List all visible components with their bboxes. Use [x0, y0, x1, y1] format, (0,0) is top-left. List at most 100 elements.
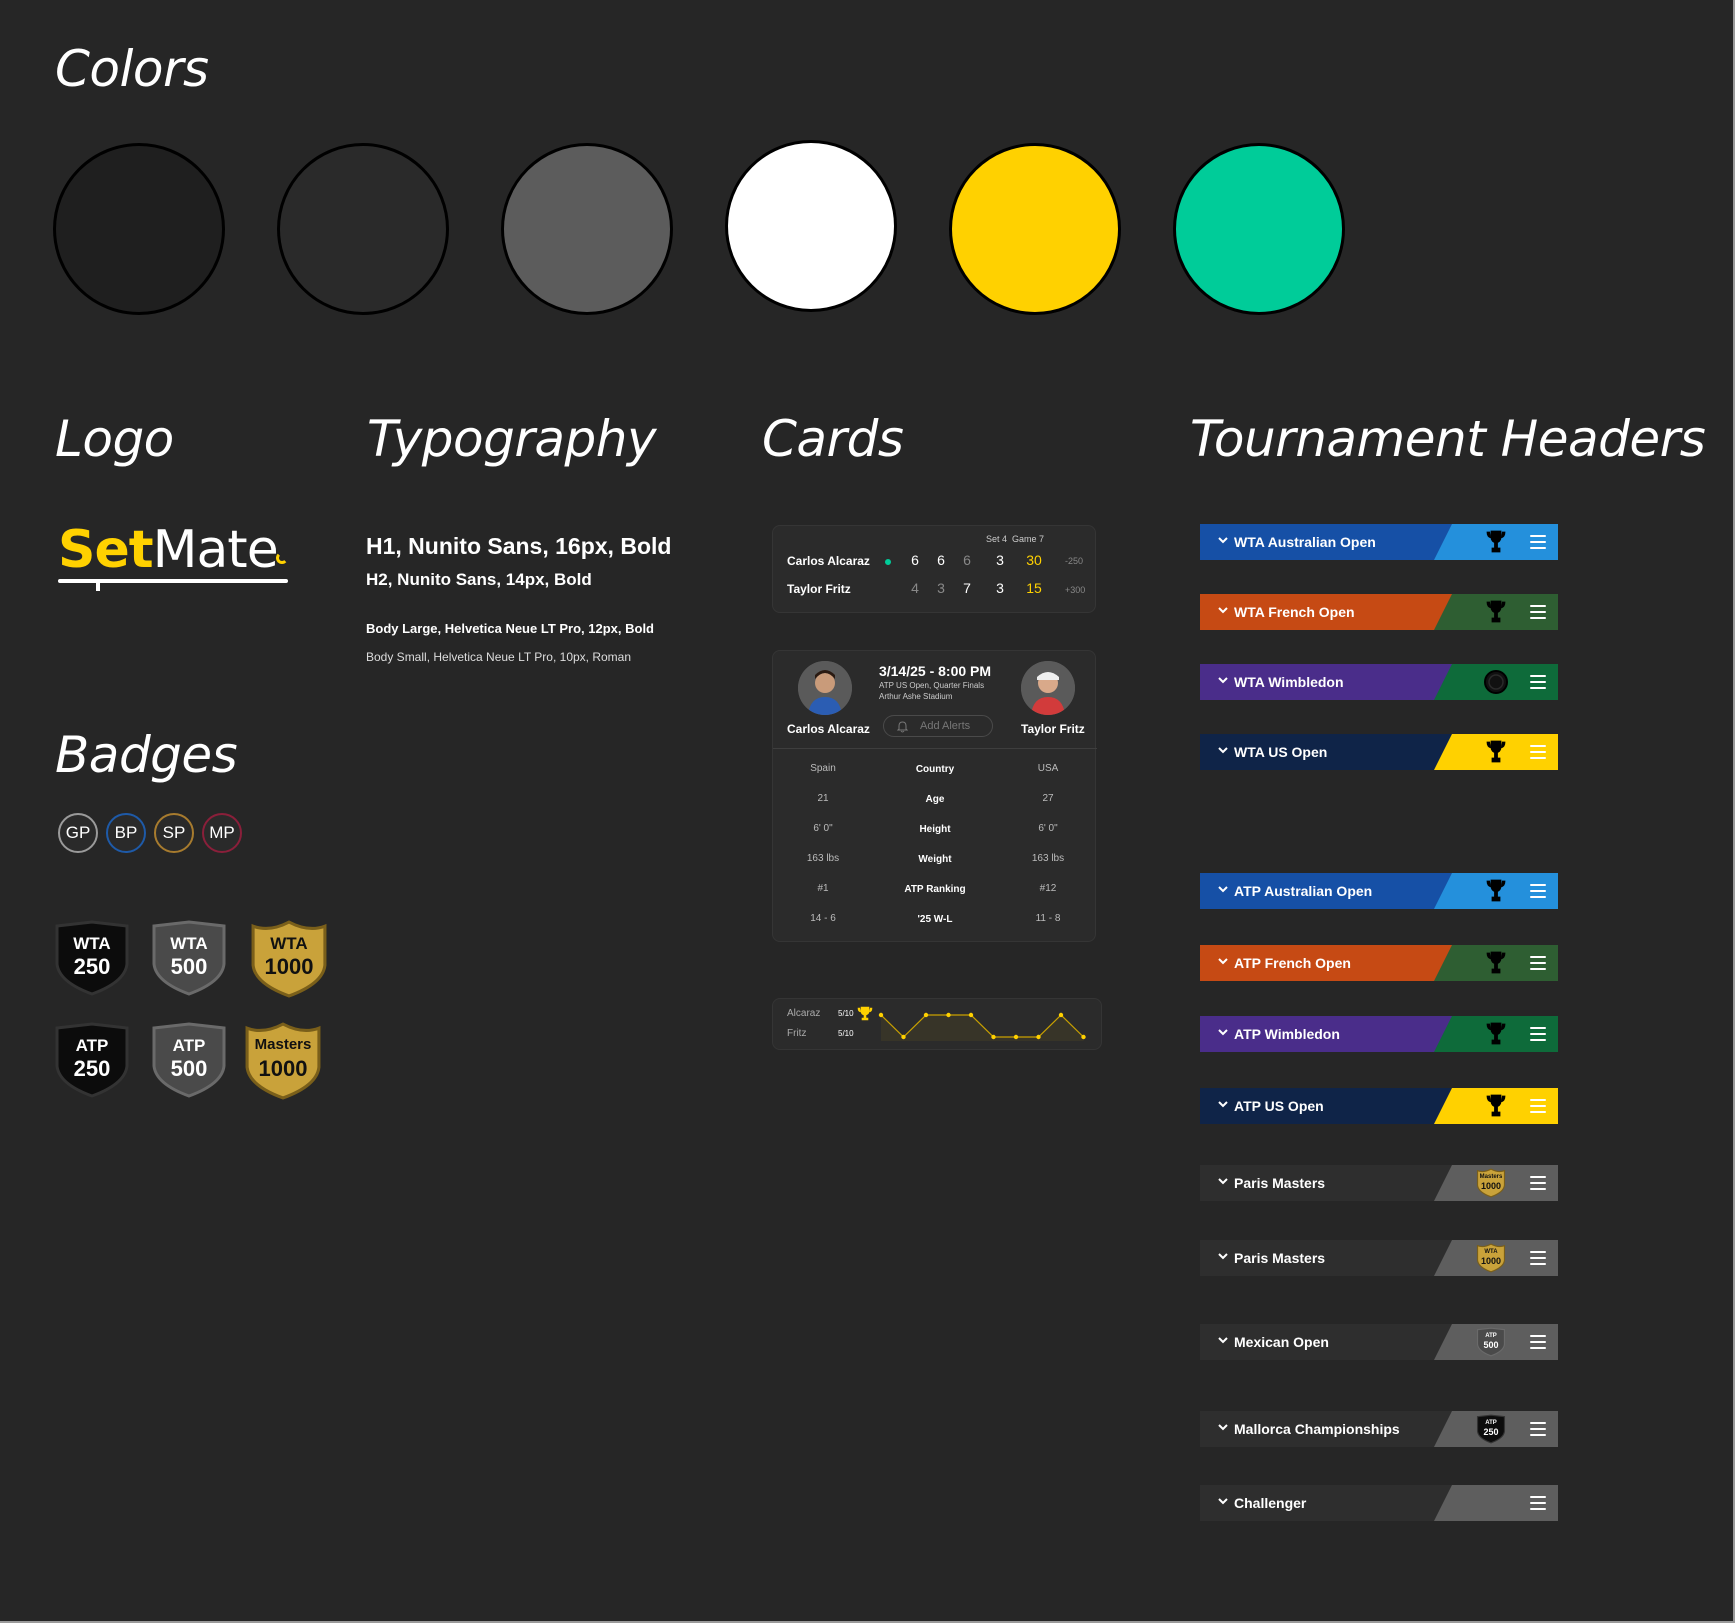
- add-alerts-button[interactable]: Add Alerts: [883, 715, 993, 737]
- tournament-name: WTA US Open: [1234, 744, 1328, 760]
- p1-game: 30: [1026, 552, 1042, 568]
- hamburger-menu-icon[interactable]: [1530, 675, 1546, 689]
- hamburger-menu-icon[interactable]: [1530, 535, 1546, 549]
- player1-name: Carlos Alcaraz: [787, 554, 870, 568]
- serving-indicator: [885, 559, 891, 565]
- typography-title: Typography: [367, 410, 657, 468]
- tournament-header[interactable]: Mexican Open ATP 500: [1200, 1324, 1558, 1360]
- hamburger-menu-icon[interactable]: [1530, 1251, 1546, 1265]
- p1-set1: 6: [911, 552, 919, 568]
- stat-label: Age: [925, 794, 945, 805]
- shield-badge-wta-500: WTA 500: [150, 920, 228, 996]
- h1-sample: H1, Nunito Sans, 16px, Bold: [366, 533, 672, 559]
- p2-set3: 7: [963, 580, 971, 596]
- shield-bottom-label: 500: [170, 954, 208, 979]
- tournament-header[interactable]: WTA French Open: [1200, 594, 1558, 630]
- chevron-down-icon[interactable]: [1216, 882, 1230, 896]
- shield-bottom-label: 1000: [258, 1056, 308, 1081]
- hamburger-menu-icon[interactable]: [1530, 1099, 1546, 1113]
- stat-left-value: 14 - 6: [810, 913, 836, 924]
- match-card[interactable]: 3/14/25 - 8:00 PM ATP US Open, Quarter F…: [772, 650, 1097, 942]
- momentum-player1-score: 5/10: [838, 1009, 854, 1018]
- body-large-sample: Body Large, Helvetica Neue LT Pro, 12px,…: [366, 621, 654, 636]
- tournament-name: ATP US Open: [1234, 1098, 1324, 1114]
- tier-badge-icon: Masters 1000: [1476, 1168, 1506, 1198]
- momentum-point: [1013, 1034, 1019, 1040]
- tier-badge-bottom: 250: [1483, 1427, 1499, 1437]
- tournament-name: WTA Australian Open: [1234, 534, 1376, 550]
- hamburger-menu-icon[interactable]: [1530, 745, 1546, 759]
- stat-label: Height: [919, 824, 951, 835]
- chevron-down-icon[interactable]: [1216, 673, 1230, 687]
- chevron-down-icon[interactable]: [1216, 1420, 1230, 1434]
- chevron-down-icon[interactable]: [1216, 1174, 1230, 1188]
- hamburger-menu-icon[interactable]: [1530, 956, 1546, 970]
- shield-top-label: WTA: [170, 934, 208, 953]
- tournament-name: ATP Australian Open: [1234, 883, 1373, 899]
- match-player2: Taylor Fritz: [1021, 722, 1085, 736]
- momentum-player1: Alcaraz: [787, 1008, 821, 1019]
- chevron-down-icon[interactable]: [1216, 954, 1230, 968]
- momentum-point: [901, 1034, 906, 1040]
- hamburger-menu-icon[interactable]: [1530, 1176, 1546, 1190]
- logo-title: Logo: [55, 410, 174, 468]
- stat-right-value: 163 lbs: [1031, 853, 1065, 864]
- design-system-canvas: Colors Logo SetMate Typography H1, Nunit…: [0, 0, 1735, 1623]
- trophy-icon: [1482, 528, 1510, 556]
- color-swatch: [1173, 143, 1345, 315]
- stat-left-value: 6' 0": [813, 823, 833, 834]
- shield-badge-atp-250: ATP 250: [53, 1022, 131, 1098]
- hamburger-menu-icon[interactable]: [1530, 605, 1546, 619]
- chevron-down-icon[interactable]: [1216, 533, 1230, 547]
- hamburger-menu-icon[interactable]: [1530, 884, 1546, 898]
- chevron-down-icon[interactable]: [1216, 603, 1230, 617]
- badge-mp: MP: [202, 813, 242, 853]
- badge-sp: SP: [154, 813, 194, 853]
- chevron-down-icon[interactable]: [1216, 1097, 1230, 1111]
- chevron-down-icon[interactable]: [1216, 1025, 1230, 1039]
- tier-badge-top: ATP: [1485, 1420, 1497, 1426]
- chevron-down-icon[interactable]: [1216, 1333, 1230, 1347]
- shield-badge-wta-250: WTA 250: [53, 920, 131, 996]
- tournament-header[interactable]: WTA US Open: [1200, 734, 1558, 770]
- tournament-header[interactable]: ATP Wimbledon: [1200, 1016, 1558, 1052]
- player2-name: Taylor Fritz: [787, 582, 851, 596]
- match-venue: Arthur Ashe Stadium: [879, 692, 953, 701]
- tier-badge-top: WTA: [1484, 1249, 1498, 1255]
- h2-sample: H2, Nunito Sans, 14px, Bold: [366, 570, 592, 589]
- tournament-header[interactable]: WTA Wimbledon: [1200, 664, 1558, 700]
- badge-gp: GP: [58, 813, 98, 853]
- chevron-down-icon[interactable]: [1216, 1494, 1230, 1508]
- tournament-header[interactable]: WTA Australian Open: [1200, 524, 1558, 560]
- tournament-header[interactable]: Mallorca Championships ATP 250: [1200, 1411, 1558, 1447]
- hamburger-menu-icon[interactable]: [1530, 1335, 1546, 1349]
- body-small-sample: Body Small, Helvetica Neue LT Pro, 10px,…: [366, 650, 632, 664]
- tournament-header[interactable]: Challenger: [1200, 1485, 1558, 1521]
- plate-icon: [1482, 668, 1510, 696]
- trophy-icon: [857, 1006, 873, 1021]
- tournament-header[interactable]: Paris Masters Masters 1000: [1200, 1165, 1558, 1201]
- add-alerts-label: Add Alerts: [920, 720, 971, 732]
- colors-title: Colors: [55, 40, 209, 98]
- hamburger-menu-icon[interactable]: [1530, 1422, 1546, 1436]
- chevron-down-icon[interactable]: [1216, 743, 1230, 757]
- score-card[interactable]: Set 4 Game 7 Carlos Alcaraz 6 6 6 3 30 -…: [772, 525, 1096, 613]
- tournament-header[interactable]: ATP Australian Open: [1200, 873, 1558, 909]
- shield-badge-masters-1000: Masters 1000: [242, 1022, 324, 1100]
- hamburger-menu-icon[interactable]: [1530, 1027, 1546, 1041]
- stat-left-value: 21: [817, 793, 829, 804]
- tournament-name: ATP Wimbledon: [1234, 1026, 1340, 1042]
- stat-label: Weight: [918, 854, 952, 865]
- tournament-header[interactable]: Paris Masters WTA 1000: [1200, 1240, 1558, 1276]
- match-event: ATP US Open, Quarter Finals: [879, 681, 985, 690]
- set-label: Set 4: [986, 534, 1008, 544]
- logo-set-text: Set: [58, 520, 154, 580]
- tournament-name: Mallorca Championships: [1234, 1421, 1400, 1437]
- chevron-down-icon[interactable]: [1216, 1249, 1230, 1263]
- tournament-header[interactable]: ATP French Open: [1200, 945, 1558, 981]
- hamburger-menu-icon[interactable]: [1530, 1496, 1546, 1510]
- momentum-card[interactable]: Alcaraz 5/10 Fritz 5/10: [772, 998, 1102, 1050]
- tournament-header[interactable]: ATP US Open: [1200, 1088, 1558, 1124]
- momentum-point: [1058, 1012, 1064, 1018]
- divider: [773, 748, 1097, 749]
